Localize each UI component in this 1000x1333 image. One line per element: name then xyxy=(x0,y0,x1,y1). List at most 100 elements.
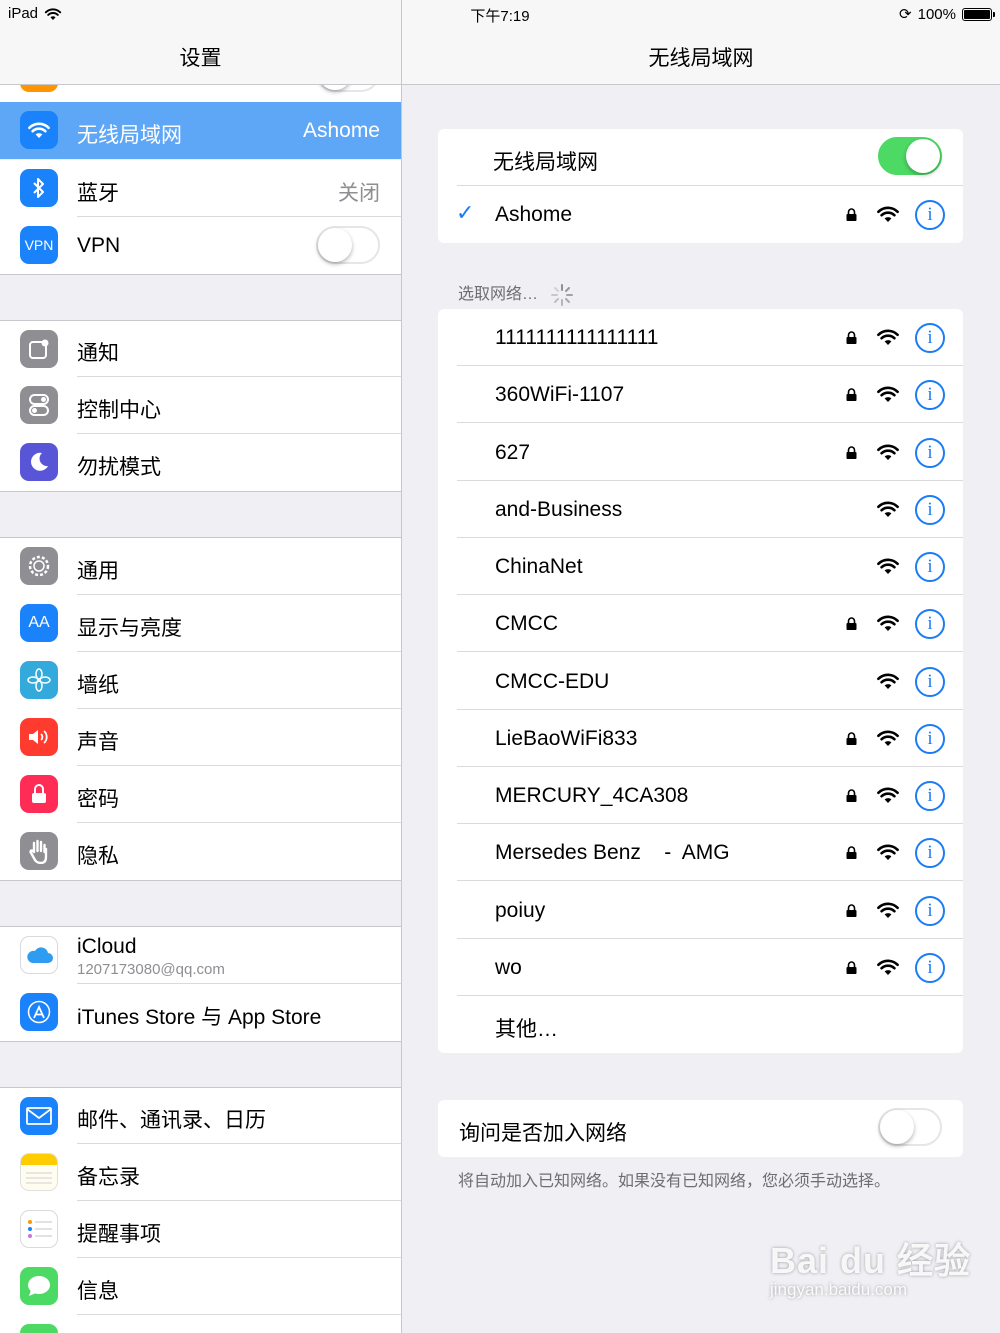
sidebar-item-partial[interactable] xyxy=(0,1315,401,1333)
info-button[interactable]: i xyxy=(915,323,945,353)
sidebar-item-label: 声音 xyxy=(77,731,119,754)
wifi-toggle-row: 无线局域网 xyxy=(438,129,963,186)
wifi-glyph xyxy=(28,122,50,138)
ask-join-label: 询问是否加入网络 xyxy=(459,1122,627,1145)
sidebar-item-app-store[interactable]: iTunes Store 与 App Store xyxy=(0,984,401,1041)
network-name: ChinaNet xyxy=(495,555,583,578)
wifi-strength-icon xyxy=(877,501,899,517)
info-button[interactable]: i xyxy=(915,200,945,230)
info-button[interactable]: i xyxy=(915,895,945,926)
sidebar-item-label: 墙纸 xyxy=(77,674,119,697)
network-row[interactable]: LieBaoWiFi833 i xyxy=(438,710,963,767)
lock-icon xyxy=(846,617,857,631)
sidebar-item-reminders[interactable]: 提醒事项 xyxy=(0,1201,401,1258)
sidebar-item-label: 提醒事项 xyxy=(77,1223,161,1246)
sidebar-item-wifi[interactable]: 无线局域网 Ashome xyxy=(0,102,401,159)
info-button[interactable]: i xyxy=(915,952,945,983)
sidebar-item-wallpaper[interactable]: 墙纸 xyxy=(0,652,401,709)
sidebar-item-notifications[interactable]: 通知 xyxy=(0,321,401,377)
info-button[interactable]: i xyxy=(915,552,945,582)
network-row[interactable]: 360WiFi-1107 i xyxy=(438,366,963,424)
lock-icon xyxy=(846,331,857,344)
sound-icon xyxy=(20,718,58,756)
wifi-toggle[interactable] xyxy=(878,137,942,175)
wifi-strength-icon xyxy=(877,444,899,460)
ask-join-row: 询问是否加入网络 xyxy=(438,1100,963,1157)
notes-icon xyxy=(20,1153,58,1191)
network-name: wo xyxy=(495,955,522,979)
connected-network-row[interactable]: ✓ Ashome i xyxy=(438,186,963,243)
gear-icon xyxy=(20,547,58,585)
sidebar-item-control-center[interactable]: 控制中心 xyxy=(0,377,401,434)
messages-icon xyxy=(20,1267,58,1305)
info-button[interactable]: i xyxy=(915,437,945,468)
wifi-strength-icon xyxy=(877,844,899,861)
sidebar-item-label: 通知 xyxy=(77,342,119,365)
sidebar-item-general[interactable]: 通用 xyxy=(0,538,401,595)
network-row[interactable]: and-Business i xyxy=(438,481,963,538)
sidebar-item-label: 控制中心 xyxy=(77,399,161,422)
sidebar-item-notes[interactable]: 备忘录 xyxy=(0,1144,401,1201)
mail-icon xyxy=(20,1097,58,1135)
sidebar-item-mail[interactable]: 邮件、通讯录、日历 xyxy=(0,1088,401,1144)
vpn-icon: VPN xyxy=(20,226,58,264)
status-bar: iPad 下午7:19 ⟳ 100% xyxy=(0,0,1000,28)
split-divider xyxy=(401,0,402,1333)
other-network-label: 其他… xyxy=(495,1018,558,1041)
sidebar-item-icloud[interactable]: iCloud 1207173080@qq.com xyxy=(0,927,401,984)
baidu-watermark: Bai du 经验 jingyan.baidu.com xyxy=(770,1232,971,1300)
sidebar-item-label: iTunes Store 与 App Store xyxy=(77,1006,322,1029)
info-button[interactable]: i xyxy=(915,609,945,640)
network-row[interactable]: wo i xyxy=(438,939,963,996)
sidebar-item-display[interactable]: AA 显示与亮度 xyxy=(0,595,401,652)
wifi-strength-icon xyxy=(877,615,899,632)
display-icon: AA xyxy=(20,604,58,642)
info-button[interactable]: i xyxy=(915,666,945,697)
notifications-icon xyxy=(20,330,58,368)
sidebar-item-vpn[interactable]: VPN VPN xyxy=(0,217,401,274)
sidebar-item-passcode[interactable]: 密码 xyxy=(0,766,401,823)
icloud-account: 1207173080@qq.com xyxy=(77,961,225,978)
vpn-toggle[interactable] xyxy=(316,226,380,264)
info-button[interactable]: i xyxy=(915,781,945,811)
network-row[interactable]: MERCURY_4CA308 i xyxy=(438,767,963,824)
ask-join-toggle[interactable] xyxy=(878,1108,942,1146)
wifi-strength-icon xyxy=(877,730,899,746)
lock-icon xyxy=(846,208,857,221)
lock-icon xyxy=(846,388,857,402)
connected-network-name: Ashome xyxy=(495,203,573,226)
info-button[interactable]: i xyxy=(915,380,945,411)
network-row[interactable]: 627 i xyxy=(438,424,963,481)
loading-spinner-icon xyxy=(551,283,574,306)
battery-fill xyxy=(964,9,990,19)
network-row[interactable]: 1111111111111111 i xyxy=(438,309,963,366)
lock-icon xyxy=(846,789,857,802)
sidebar-item-bluetooth[interactable]: 蓝牙 关闭 xyxy=(0,160,401,217)
sidebar-item-messages[interactable]: 信息 xyxy=(0,1258,401,1315)
passcode-icon xyxy=(20,775,58,813)
network-row[interactable]: CMCC i xyxy=(438,595,963,653)
network-row[interactable]: CMCC-EDU i xyxy=(438,653,963,710)
sidebar-item-sound[interactable]: 声音 xyxy=(0,709,401,766)
wifi-signal-icon xyxy=(44,7,62,20)
info-button[interactable]: i xyxy=(915,723,945,754)
info-button[interactable]: i xyxy=(915,838,945,869)
network-row[interactable]: poiuy i xyxy=(438,882,963,939)
sidebar-item-do-not-disturb[interactable]: 勿扰模式 xyxy=(0,434,401,491)
network-row[interactable]: Mersedes Benz - AMG i xyxy=(438,824,963,882)
sidebar-item-label: iCloud xyxy=(77,935,137,958)
network-row[interactable]: ChinaNet i xyxy=(438,538,963,595)
ask-join-note: 将自动加入已知网络。如果没有已知网络，您必须手动选择。 xyxy=(458,1173,891,1190)
sidebar-item-privacy[interactable]: 隐私 xyxy=(0,823,401,880)
other-network-row[interactable]: 其他… xyxy=(438,996,963,1053)
network-name: CMCC xyxy=(495,612,558,636)
watermark-brand: Bai du 经验 xyxy=(770,1240,972,1281)
info-button[interactable]: i xyxy=(915,494,945,525)
lock-icon xyxy=(846,732,857,745)
battery-icon xyxy=(962,7,995,21)
sidebar-item-value: Ashome xyxy=(302,119,380,142)
network-list: 1111111111111111 i 360WiFi-1107 i 627 i and-Bu… xyxy=(438,309,963,1053)
status-right: ⟳ 100% xyxy=(899,5,995,23)
sidebar-item-label: VPN xyxy=(77,234,121,257)
sidebar-title: 设置 xyxy=(179,47,222,70)
